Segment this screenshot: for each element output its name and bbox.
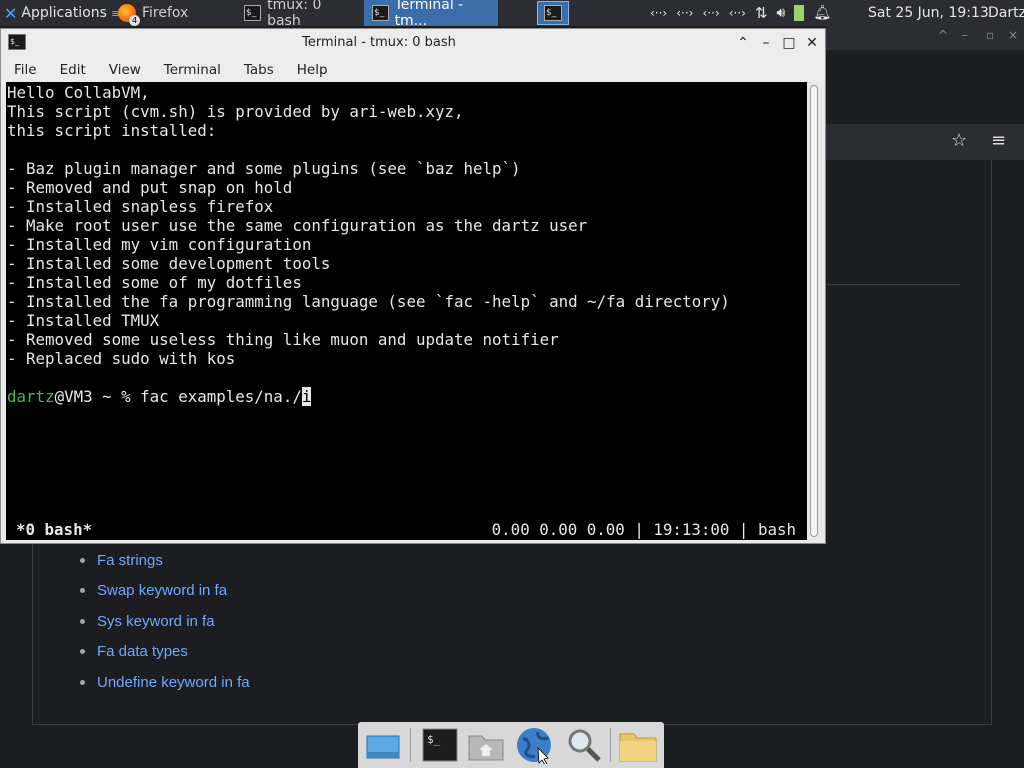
taskbar-tmux[interactable]: $_ tmux: 0 bash (236, 0, 362, 29)
article-link[interactable]: Fa data types (80, 637, 250, 668)
network-icon[interactable]: ‹··› (676, 6, 693, 20)
output-line: - Make root user use the same configurat… (7, 216, 588, 235)
top-panel: ✕ Applications ≡ 4 Firefox $_ tmux: 0 ba… (0, 0, 1024, 29)
search-icon[interactable] (564, 726, 604, 764)
terminal-scrollbar[interactable] (807, 82, 821, 540)
shade-button[interactable]: ⌃ (735, 35, 751, 51)
output-line: This script (cvm.sh) is provided by ari-… (7, 102, 464, 121)
battery-icon[interactable] (794, 5, 805, 21)
home-folder-icon[interactable] (466, 726, 506, 764)
taskbar-terminal[interactable]: $_ Terminal - tm... (364, 0, 498, 29)
maximize-button[interactable]: □ (781, 35, 797, 51)
terminal-icon: $_ (372, 5, 389, 21)
terminal-icon[interactable]: $_ (420, 726, 460, 764)
tmux-status-bar: *0 bash* 0.00 0.00 0.00 | 19:13:00 | bas… (6, 518, 807, 540)
terminal-titlebar[interactable]: $_ Terminal - tmux: 0 bash ⌃ – □ ✕ (1, 29, 825, 57)
user-menu[interactable]: Dartz (988, 0, 1024, 26)
volume-icon[interactable]: 🔊︎ (777, 5, 786, 21)
folder-icon[interactable] (618, 726, 658, 764)
article-link-list: Fa strings Swap keyword in fa Sys keywor… (80, 545, 250, 698)
tmux-status-info: 0.00 0.00 0.00 | 19:13:00 | bash (491, 520, 796, 539)
terminal-icon: $_ (544, 5, 562, 21)
dock-separator (610, 728, 611, 762)
output-line: - Installed TMUX (7, 311, 160, 330)
task-label: Terminal - tm... (394, 0, 464, 29)
output-line: - Installed some development tools (7, 254, 331, 273)
article-link[interactable]: Sys keyword in fa (80, 606, 250, 637)
output-line: - Installed snapless firefox (7, 197, 274, 216)
firefox-icon: 4 (118, 4, 140, 26)
article-link[interactable]: Undefine keyword in fa (80, 667, 250, 698)
browser-divider (826, 284, 960, 285)
task-label: Firefox (142, 5, 189, 21)
browser-shade-button[interactable]: ^ (938, 28, 948, 42)
prompt-command: @VM3 ~ % fac examples/na./ (54, 387, 302, 406)
applications-label: Applications (21, 5, 107, 21)
output-line: - Baz plugin manager and some plugins (s… (7, 159, 521, 178)
task-label: tmux: 0 bash (267, 0, 322, 29)
terminal-window: $_ Terminal - tmux: 0 bash ⌃ – □ ✕ File … (0, 28, 826, 544)
network-icon[interactable]: ‹··› (650, 6, 667, 20)
terminal-menubar: File Edit View Terminal Tabs Help (1, 57, 825, 83)
xfce-logo-icon: ✕ (4, 3, 18, 23)
minimize-button[interactable]: – (758, 35, 774, 51)
browser-minimize-button[interactable]: – (962, 28, 968, 42)
bookmark-star-icon[interactable]: ☆ (951, 130, 967, 151)
transfer-icon[interactable]: ⇅ (755, 4, 768, 22)
window-title: Terminal - tmux: 0 bash (302, 35, 456, 50)
clock[interactable]: Sat 25 Jun, 19:13 (868, 0, 989, 26)
system-tray: ‹··› ‹··› ‹··› ‹··› ⇅ 🔊︎ 🔔︎ (650, 0, 831, 26)
notification-bell-icon[interactable]: 🔔︎ (813, 5, 831, 21)
network-icon[interactable]: ‹··› (729, 6, 746, 20)
output-line: - Replaced sudo with kos (7, 349, 236, 368)
taskbar-firefox[interactable]: 4 Firefox (110, 0, 232, 26)
svg-text:$_: $_ (427, 733, 441, 746)
menu-help[interactable]: Help (284, 62, 338, 78)
terminal-icon: $_ (244, 5, 262, 21)
output-line: - Removed some useless thing like muon a… (7, 330, 559, 349)
output-line: this script installed: (7, 121, 217, 140)
browser-toolbar: ☆ ≡ (826, 124, 1024, 160)
browser-close-button[interactable]: × (1008, 28, 1018, 42)
menu-view[interactable]: View (96, 62, 151, 78)
menu-file[interactable]: File (1, 62, 47, 78)
output-line: - Installed some of my dotfiles (7, 273, 302, 292)
scrollbar-thumb[interactable] (810, 85, 818, 537)
article-link[interactable]: Fa strings (80, 545, 250, 576)
prompt-user: dartz (7, 387, 55, 406)
web-browser-icon[interactable] (514, 726, 554, 766)
close-button[interactable]: ✕ (804, 35, 820, 51)
window-count-badge: 4 (129, 15, 140, 26)
menu-tabs[interactable]: Tabs (231, 62, 284, 78)
workspace-switcher[interactable]: $_ (537, 1, 569, 25)
menu-edit[interactable]: Edit (47, 62, 96, 78)
output-line: - Installed my vim configuration (7, 235, 312, 254)
article-link[interactable]: Swap keyword in fa (80, 576, 250, 607)
network-icon[interactable]: ‹··› (702, 6, 719, 20)
output-line: - Removed and put snap on hold (7, 178, 293, 197)
tmux-window-label[interactable]: *0 bash* (16, 520, 92, 539)
menu-terminal[interactable]: Terminal (151, 62, 231, 78)
show-desktop-icon[interactable] (363, 726, 403, 764)
terminal-output: Hello CollabVM, This script (cvm.sh) is p… (7, 83, 730, 406)
menu-icon[interactable]: ≡ (991, 130, 1006, 151)
output-line: Hello CollabVM, (7, 83, 150, 102)
terminal-screen[interactable]: Hello CollabVM, This script (cvm.sh) is p… (6, 82, 807, 540)
text-cursor: i (301, 387, 312, 406)
browser-titlebar (826, 26, 1024, 50)
dock: $_ (358, 722, 664, 768)
browser-maximize-button[interactable]: ▫ (986, 28, 994, 42)
applications-menu[interactable]: ✕ Applications ≡ (0, 0, 120, 26)
prompt-line: dartz@VM3 ~ % fac examples/na./i (7, 387, 730, 406)
output-line: - Installed the fa programming language … (7, 292, 730, 311)
dock-separator (410, 728, 411, 762)
